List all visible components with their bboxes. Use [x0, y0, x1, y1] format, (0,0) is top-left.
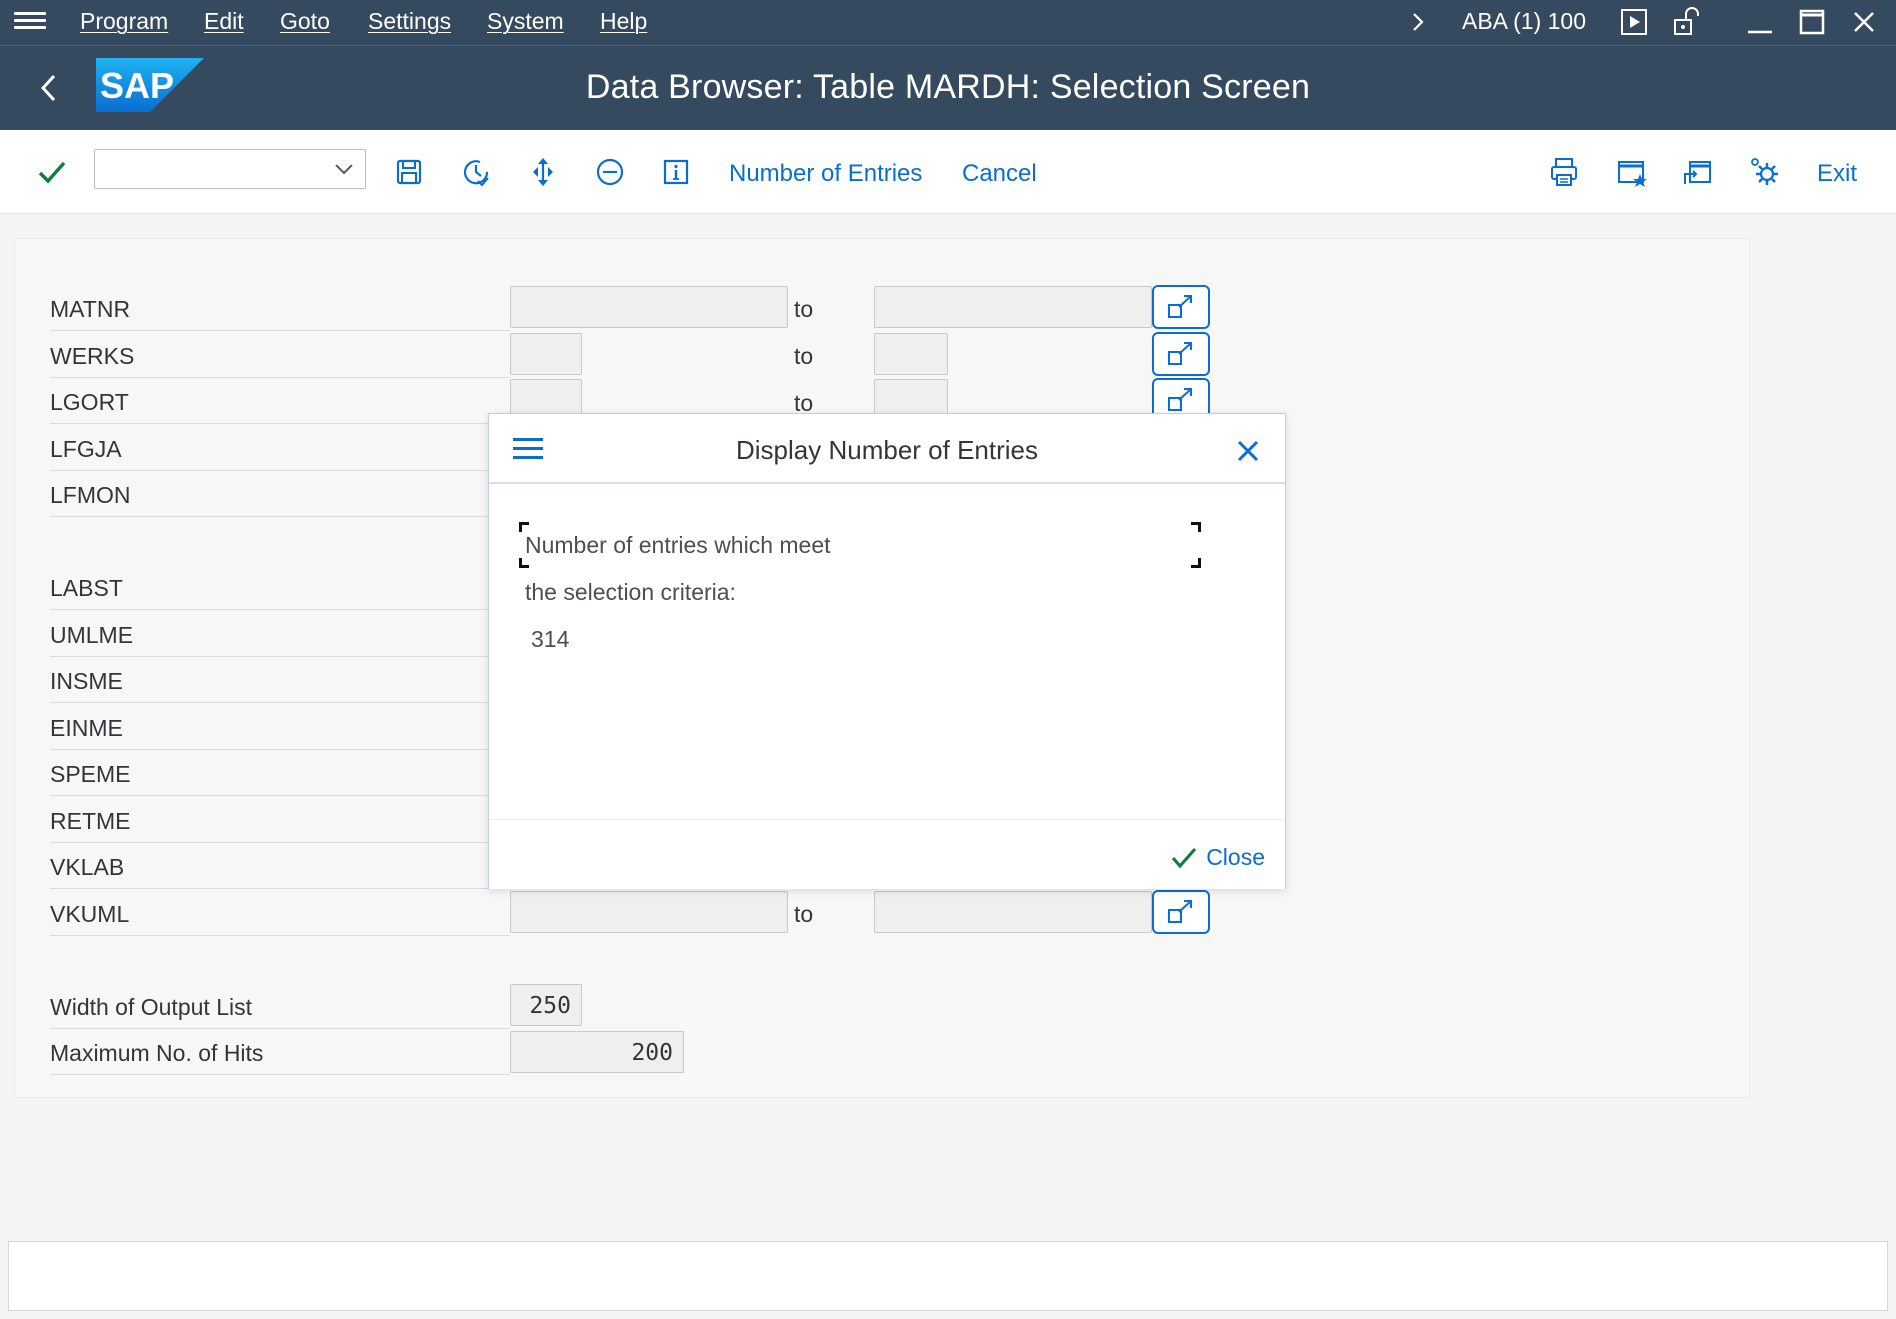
exit-button[interactable]: Exit — [1817, 160, 1857, 188]
to-label: to — [794, 901, 814, 927]
field-label-speme: SPEME — [50, 750, 510, 796]
close-icon[interactable] — [1235, 438, 1261, 464]
unlock-icon[interactable] — [1670, 6, 1702, 38]
max-hits-input[interactable]: 200 — [510, 1031, 684, 1073]
field-label-einme: EINME — [50, 704, 510, 750]
cancel-button[interactable]: Cancel — [962, 160, 1037, 188]
width-output-label: Width of Output List — [50, 983, 510, 1029]
field-label-insme: INSME — [50, 657, 510, 703]
print-icon[interactable] — [1546, 154, 1582, 190]
multiple-selection-icon — [1168, 295, 1192, 318]
save-icon[interactable] — [391, 154, 427, 190]
dialog-body: Number of entries which meet the selecti… — [489, 486, 1285, 816]
werks-to-input[interactable] — [874, 333, 948, 375]
maximize-icon[interactable] — [1796, 6, 1828, 38]
chevron-right-icon[interactable] — [1402, 6, 1434, 38]
dialog-header: Display Number of Entries — [489, 414, 1285, 484]
play-icon[interactable] — [1618, 6, 1650, 38]
menu-help[interactable]: Help — [600, 8, 647, 35]
chevron-down-icon[interactable] — [331, 156, 357, 182]
system-info: ABA (1) 100 — [1462, 8, 1587, 34]
menu-edit[interactable]: Edit — [204, 8, 244, 35]
field-label-lfmon: LFMON — [50, 471, 510, 517]
dialog-message-line2: the selection criteria: — [525, 579, 736, 605]
dialog-footer: Close — [489, 819, 1285, 889]
max-hits-label: Maximum No. of Hits — [50, 1029, 510, 1075]
field-label-umlme: UMLME — [50, 611, 510, 657]
selection-corner — [1191, 558, 1201, 568]
multiple-selection-button[interactable] — [1152, 285, 1210, 329]
multiple-selection-icon — [1168, 342, 1192, 365]
toolbar: Number of Entries Cancel Exit — [0, 130, 1896, 214]
checkmark-icon — [1171, 847, 1197, 869]
dialog-message-line1: Number of entries which meet — [525, 532, 831, 558]
menu-program[interactable]: Program — [80, 8, 168, 35]
menu-goto[interactable]: Goto — [280, 8, 330, 35]
page-title: Data Browser: Table MARDH: Selection Scr… — [585, 68, 1311, 106]
menu-system[interactable]: System — [487, 8, 564, 35]
vkuml-to-input[interactable] — [874, 891, 1152, 933]
multiple-selection-button[interactable] — [1152, 890, 1210, 934]
field-label-vklab: VKLAB — [50, 843, 510, 889]
dialog-title: Display Number of Entries — [736, 435, 1038, 465]
find-next-icon[interactable] — [1680, 154, 1716, 190]
menu-settings[interactable]: Settings — [368, 8, 451, 35]
matnr-to-input[interactable] — [874, 286, 1152, 328]
selection-corner — [519, 522, 529, 532]
move-icon[interactable] — [525, 154, 561, 190]
find-icon[interactable] — [1613, 154, 1649, 190]
multiple-selection-button[interactable] — [1152, 332, 1210, 376]
field-label-lfgja: LFGJA — [50, 425, 510, 471]
title-bar: SAP Data Browser: Table MARDH: Selection… — [0, 46, 1896, 130]
number-of-entries-button[interactable]: Number of Entries — [729, 160, 922, 188]
selection-corner — [1191, 522, 1201, 532]
history-icon[interactable] — [458, 154, 494, 190]
info-icon[interactable] — [658, 154, 694, 190]
multiple-selection-icon — [1168, 388, 1192, 411]
number-of-entries-dialog: Display Number of Entries Number of entr… — [488, 413, 1286, 889]
menu-bar: Program Edit Goto Settings System Help A… — [0, 0, 1896, 46]
width-output-input[interactable]: 250 — [510, 984, 582, 1026]
checkmark-icon[interactable] — [34, 154, 70, 190]
hamburger-icon[interactable] — [14, 8, 46, 38]
command-field[interactable] — [94, 149, 366, 189]
field-label-matnr: MATNR — [50, 285, 510, 331]
minimize-icon[interactable] — [1744, 6, 1776, 38]
close-button[interactable]: Close — [1170, 840, 1265, 874]
field-label-lgort: LGORT — [50, 378, 510, 424]
selection-corner — [519, 558, 529, 568]
field-label-labst: LABST — [50, 564, 510, 610]
multiple-selection-icon — [1168, 900, 1192, 923]
werks-from-input[interactable] — [510, 333, 582, 375]
vkuml-from-input[interactable] — [510, 891, 788, 933]
field-label-werks: WERKS — [50, 332, 510, 378]
status-bar — [8, 1241, 1888, 1311]
field-label-retme: RETME — [50, 797, 510, 843]
to-label: to — [794, 296, 814, 322]
to-label: to — [794, 343, 814, 369]
close-button-label: Close — [1206, 843, 1265, 870]
close-window-icon[interactable] — [1848, 6, 1880, 38]
minus-circle-icon[interactable] — [592, 154, 628, 190]
matnr-from-input[interactable] — [510, 286, 788, 328]
entries-count: 314 — [531, 626, 570, 652]
field-label-vkuml: VKUML — [50, 890, 510, 936]
settings-icon[interactable] — [1747, 154, 1783, 190]
